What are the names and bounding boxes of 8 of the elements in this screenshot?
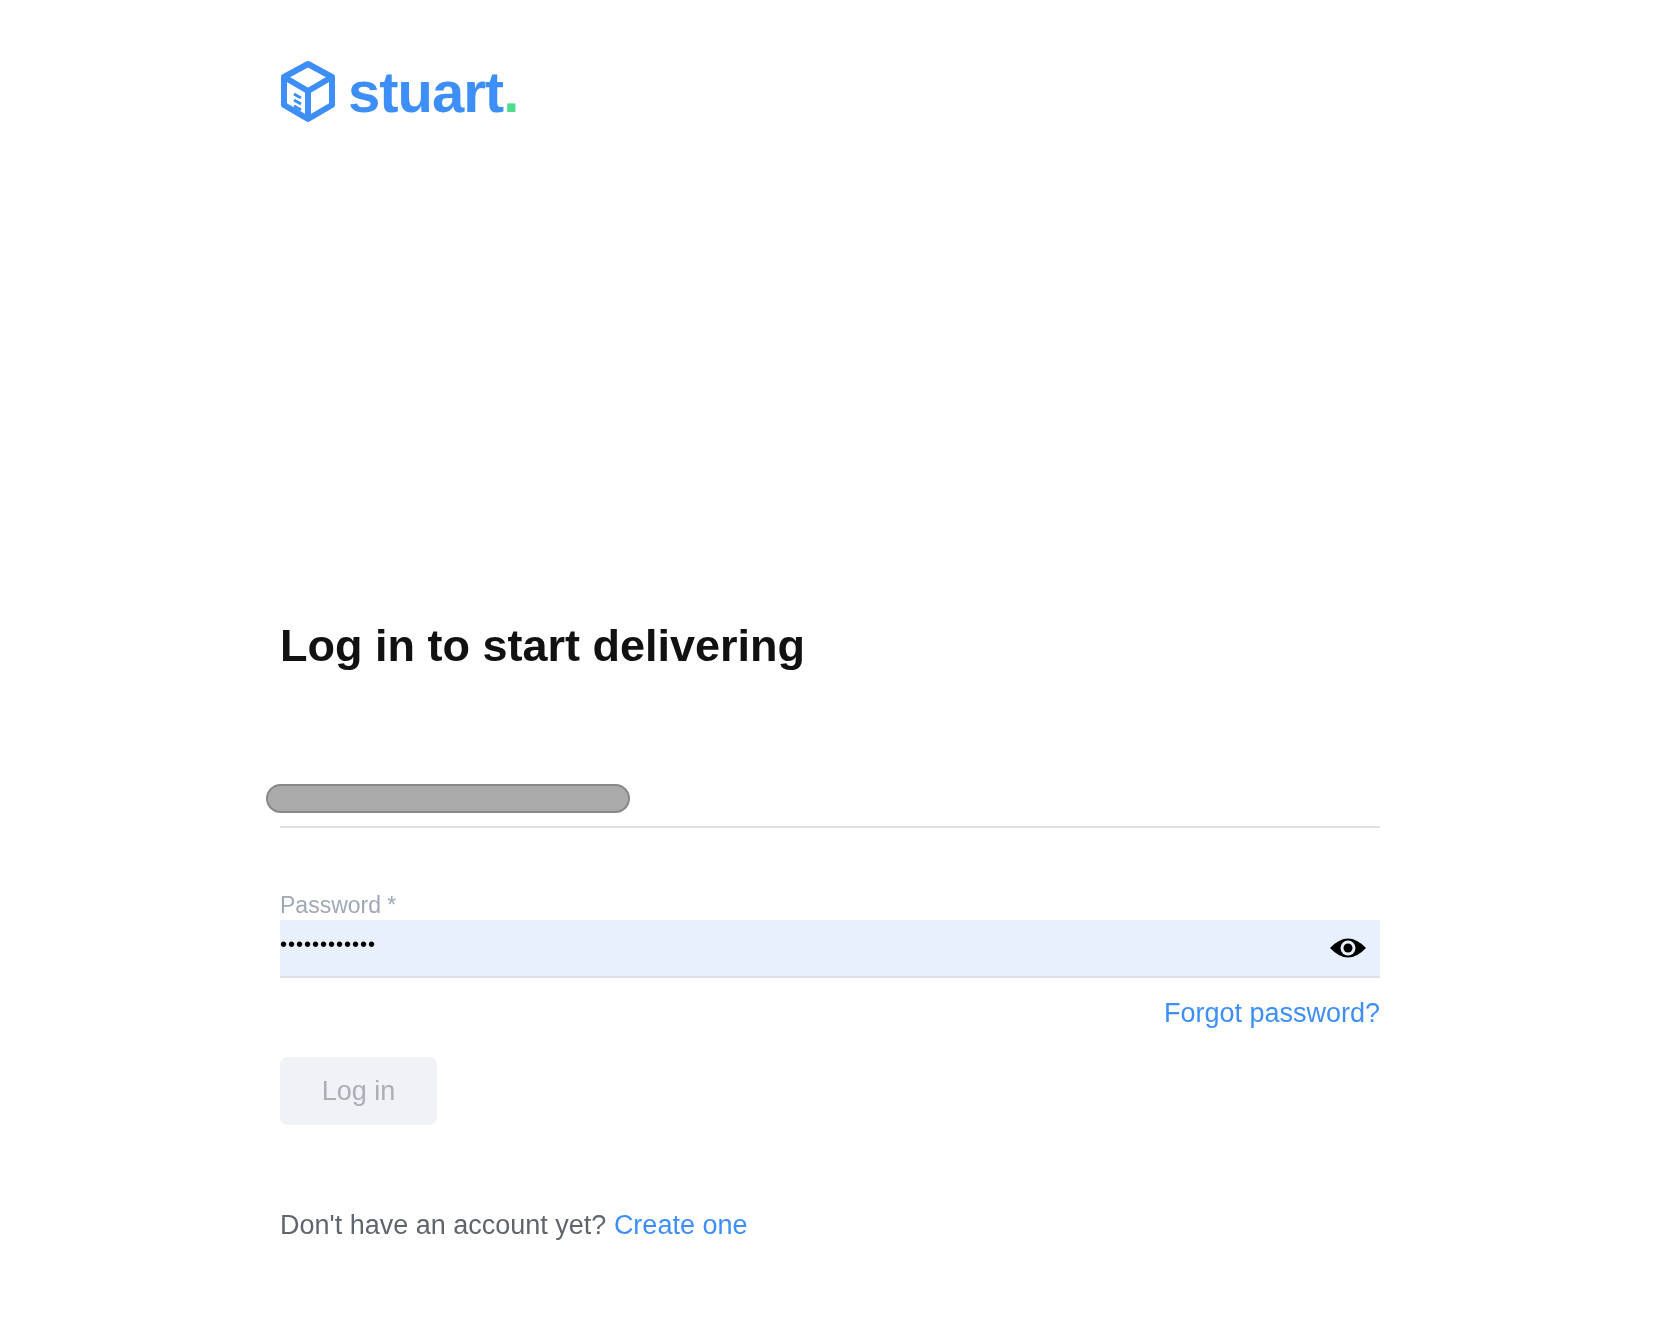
password-field[interactable]: •••••••••••• (280, 920, 1380, 978)
brand-name: stuart. (348, 63, 519, 121)
page-heading: Log in to start delivering (280, 619, 807, 673)
signup-prompt: Don't have an account yet? Create one (280, 1210, 749, 1241)
create-account-link[interactable]: Create one (613, 1210, 748, 1240)
field-label: Password * (280, 891, 398, 920)
cube-logo-icon (280, 60, 336, 124)
forgot-password-link[interactable]: Forgot password? (1163, 998, 1380, 1029)
